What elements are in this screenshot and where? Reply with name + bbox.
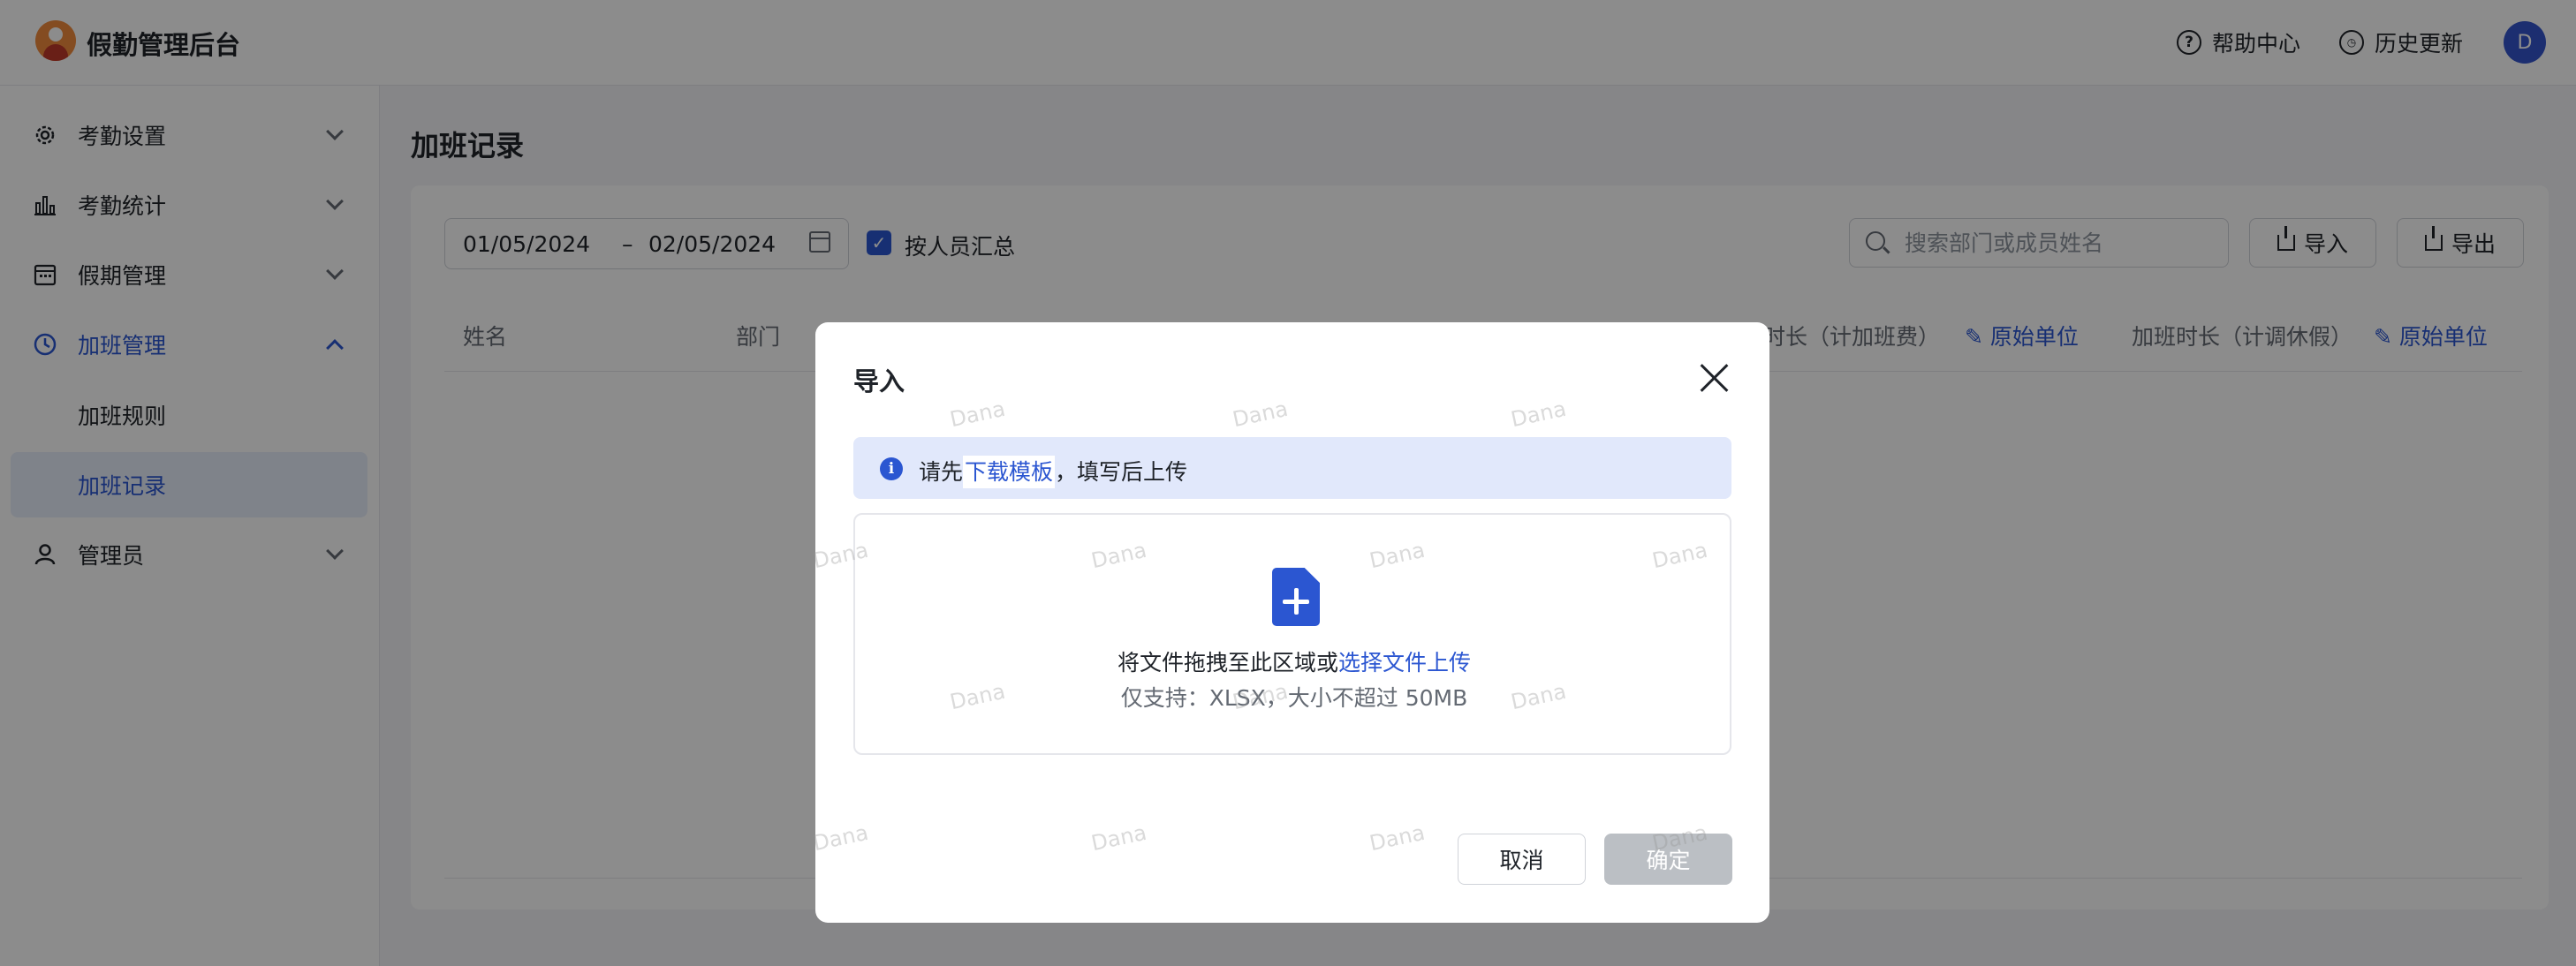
notice-prefix: 请先: [919, 459, 964, 485]
confirm-button[interactable]: 确定: [1604, 834, 1732, 885]
info-icon: i: [880, 457, 903, 480]
dropzone-instruction: 将文件拖拽至此区域或: [1117, 650, 1338, 675]
close-icon[interactable]: [1699, 363, 1729, 393]
cancel-button[interactable]: 取消: [1458, 834, 1586, 885]
info-notice: i 请先下载模板，填写后上传: [853, 437, 1731, 499]
notice-text: 请先下载模板，填写后上传: [919, 455, 1188, 488]
notice-suffix: ，填写后上传: [1055, 459, 1188, 485]
select-file-link[interactable]: 选择文件上传: [1338, 650, 1471, 675]
file-format-hint: 仅支持：XLSX，大小不超过 50MB: [1120, 685, 1468, 711]
dialog-title: 导入: [853, 366, 905, 396]
import-dialog: 导入 i 请先下载模板，填写后上传 将文件拖拽至此区域或选择文件上传 仅支持：X…: [815, 322, 1769, 923]
download-template-link[interactable]: 下载模板: [963, 456, 1056, 488]
file-dropzone[interactable]: 将文件拖拽至此区域或选择文件上传 仅支持：XLSX，大小不超过 50MB: [853, 513, 1731, 755]
dropzone-text: 将文件拖拽至此区域或选择文件上传: [855, 645, 1733, 677]
